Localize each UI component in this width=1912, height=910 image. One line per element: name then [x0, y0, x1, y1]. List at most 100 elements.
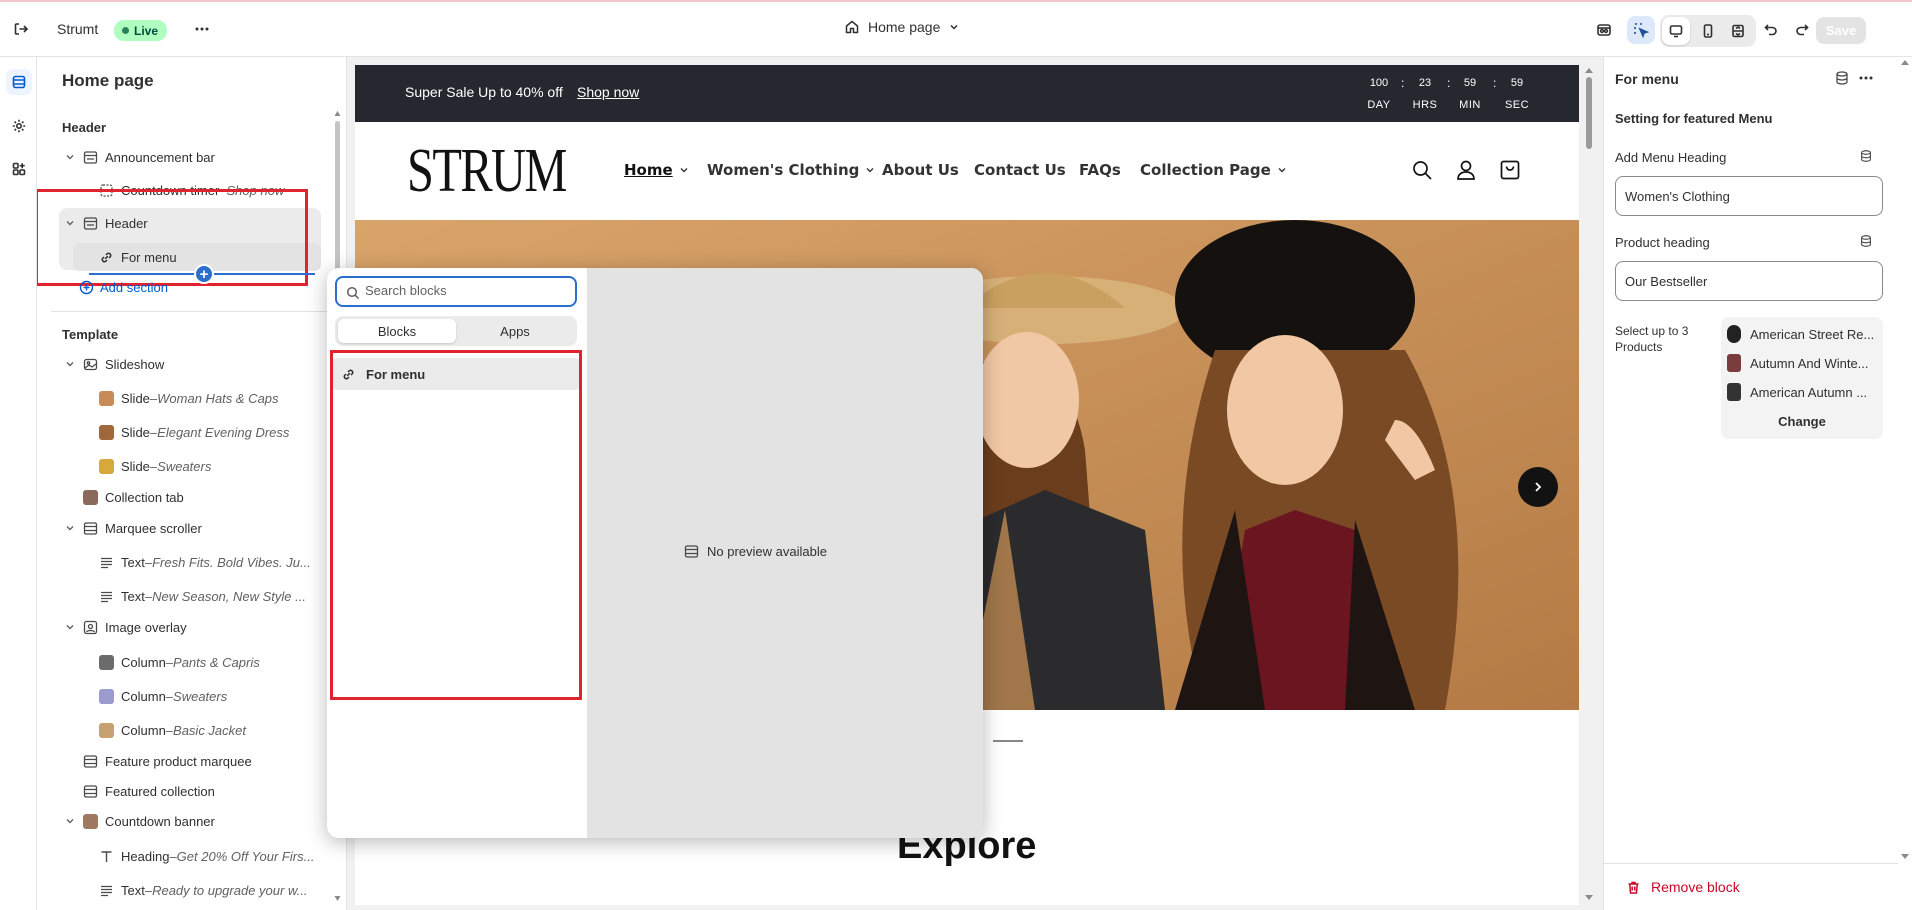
chevron-down-icon[interactable]	[63, 152, 77, 162]
desktop-icon[interactable]	[1662, 17, 1690, 45]
product-item[interactable]: Autumn And Winte...	[1721, 348, 1883, 378]
sections-icon[interactable]	[6, 69, 32, 95]
store-icon[interactable]	[1590, 16, 1618, 44]
nav-home[interactable]: Home	[624, 161, 689, 179]
tree-item-column[interactable]: Column – Pants & Capris	[97, 649, 327, 675]
apps-icon[interactable]	[6, 156, 32, 182]
nav-contact-us[interactable]: Contact Us	[974, 161, 1066, 179]
countdown-days: 100	[1369, 77, 1389, 89]
tree-item-featured-collection[interactable]: Featured collection	[59, 778, 346, 804]
tree-item-label: Slide	[121, 424, 150, 440]
tree-item-heading[interactable]: Heading – Get 20% Off Your Firs...	[97, 843, 327, 869]
store-name: Strumt	[57, 21, 99, 37]
insert-plus-button[interactable]: +	[194, 264, 214, 284]
announcement-bar[interactable]: Super Sale Up to 40% off Shop now 100 DA…	[355, 65, 1579, 122]
cart-icon[interactable]	[1499, 159, 1521, 181]
sections-sidebar: Home page Header Announcement bar Countd…	[37, 57, 347, 910]
text-icon	[97, 553, 115, 571]
live-dot	[122, 27, 129, 34]
account-icon[interactable]	[1455, 159, 1477, 181]
inspector-icon[interactable]	[1627, 16, 1655, 44]
tree-item-slide[interactable]: Slide – Elegant Evening Dress	[97, 419, 327, 445]
chevron-down-icon[interactable]	[63, 523, 77, 533]
change-products-button[interactable]: Change	[1721, 406, 1883, 436]
chevron-down-icon	[680, 168, 688, 173]
nav-collection-page[interactable]: Collection Page	[1140, 161, 1287, 179]
tree-item-sublabel: Elegant Evening Dress	[157, 424, 290, 440]
tree-item-image-overlay[interactable]: Image overlay	[59, 614, 346, 640]
nav-label: Home	[624, 161, 673, 179]
remove-block-button[interactable]: Remove block	[1626, 879, 1740, 895]
tree-item-slide[interactable]: Slide – Sweaters	[97, 453, 327, 479]
save-button[interactable]: Save	[1816, 17, 1866, 44]
page-selector[interactable]: Home page	[844, 19, 960, 35]
database-icon[interactable]	[1859, 149, 1873, 163]
product-name: American Street Re...	[1750, 326, 1875, 342]
panel-title: For menu	[1615, 71, 1679, 87]
settings-icon[interactable]	[6, 113, 32, 139]
tree-item-label: Slide	[121, 390, 150, 406]
slide-next-button[interactable]	[1518, 467, 1558, 507]
undo-icon[interactable]	[1757, 16, 1785, 44]
nav-label: Contact Us	[974, 161, 1066, 179]
section-icon	[81, 752, 99, 770]
chevron-down-icon[interactable]	[63, 359, 77, 369]
countdown-hours: 23	[1418, 77, 1432, 89]
selected-products-list: American Street Re... Autumn And Winte..…	[1721, 317, 1883, 439]
slide-indicator[interactable]	[993, 740, 1023, 742]
search-icon	[346, 286, 360, 300]
tree-item-column[interactable]: Column – Sweaters	[97, 683, 327, 709]
chevron-down-icon[interactable]	[63, 816, 77, 826]
fullwidth-icon[interactable]	[1724, 17, 1752, 45]
nav-faqs[interactable]: FAQs	[1079, 161, 1121, 179]
preview-scrollbar[interactable]	[1583, 65, 1595, 905]
slide-thumbnail	[97, 423, 115, 441]
block-preview-pane: No preview available	[587, 268, 983, 838]
tree-item-slideshow[interactable]: Slideshow	[59, 351, 346, 377]
tree-item-marquee-scroller[interactable]: Marquee scroller	[59, 515, 346, 541]
tab-blocks[interactable]: Blocks	[338, 319, 456, 343]
add-section-label: Add section	[100, 280, 168, 295]
panel-scrollbar[interactable]	[1898, 57, 1912, 910]
tree-item-label: Image overlay	[105, 619, 187, 635]
database-icon[interactable]	[1834, 70, 1850, 86]
search-blocks-field[interactable]	[335, 276, 577, 307]
add-section-button[interactable]: Add section	[79, 280, 168, 295]
more-horizontal-icon[interactable]	[188, 15, 216, 43]
database-icon[interactable]	[1859, 234, 1873, 248]
search-blocks-input[interactable]	[365, 283, 565, 298]
tree-item-column[interactable]: Column – Basic Jacket	[97, 717, 327, 743]
tree-item-sublabel: Fresh Fits. Bold Vibes. Ju...	[152, 554, 311, 570]
product-item[interactable]: American Street Re...	[1721, 319, 1883, 349]
tree-item-text[interactable]: Text – Fresh Fits. Bold Vibes. Ju...	[97, 549, 327, 575]
chevron-down-icon[interactable]	[63, 622, 77, 632]
tree-item-collection-tab[interactable]: Collection tab	[59, 484, 346, 510]
more-horizontal-icon[interactable]	[1858, 70, 1874, 86]
no-preview-label: No preview available	[707, 544, 827, 559]
tab-apps[interactable]: Apps	[456, 319, 574, 343]
search-icon[interactable]	[1411, 159, 1433, 181]
tree-item-announcement-bar[interactable]: Announcement bar	[59, 144, 346, 170]
sidebar-divider	[51, 311, 346, 312]
countdown-seconds-label: SEC	[1504, 99, 1530, 111]
store-logo[interactable]: STRUM	[407, 140, 567, 202]
tree-item-label: Column	[121, 722, 166, 738]
status-badge-label: Live	[134, 23, 159, 38]
tree-item-sublabel: Sweaters	[173, 688, 228, 704]
nav-about-us[interactable]: About Us	[882, 161, 959, 179]
tree-item-feature-product-marquee[interactable]: Feature product marquee	[59, 748, 346, 774]
product-item[interactable]: American Autumn ...	[1721, 377, 1883, 407]
tree-item-sublabel: Sweaters	[157, 458, 212, 474]
redo-icon[interactable]	[1788, 16, 1816, 44]
tree-item-text[interactable]: Text – Ready to upgrade your w...	[97, 877, 327, 903]
announcement-link[interactable]: Shop now	[577, 84, 639, 100]
tree-item-countdown-banner[interactable]: Countdown banner	[59, 808, 346, 834]
mobile-icon[interactable]	[1694, 17, 1722, 45]
tree-item-text[interactable]: Text – New Season, New Style ...	[97, 583, 327, 609]
nav-womens-clothing[interactable]: Women's Clothing	[707, 161, 875, 179]
product-heading-field[interactable]	[1615, 261, 1883, 301]
menu-heading-field[interactable]	[1615, 176, 1883, 216]
text-icon	[97, 881, 115, 899]
exit-icon[interactable]	[7, 15, 35, 43]
tree-item-slide[interactable]: Slide – Woman Hats & Caps	[97, 385, 327, 411]
